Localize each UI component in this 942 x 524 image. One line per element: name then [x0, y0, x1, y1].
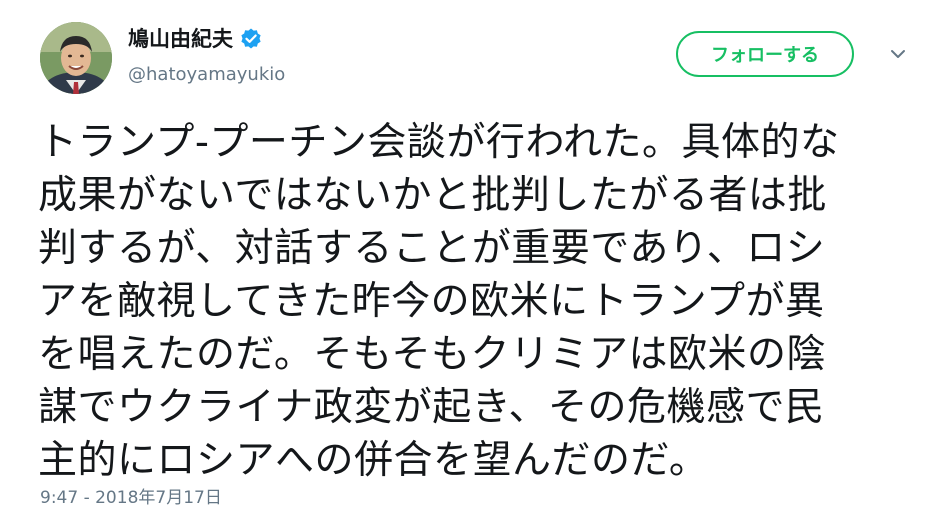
verified-badge-icon: [239, 27, 263, 51]
avatar[interactable]: [40, 22, 112, 94]
tweet-text-line: アを敵視してきた昨今の欧米にトランプが異: [38, 279, 825, 324]
tweet-text-line: 謀でウクライナ政変が起き、その危機感で民: [38, 385, 825, 430]
display-name[interactable]: 鳩山由紀夫: [128, 24, 233, 54]
tweet-text-line: 成果がないではないかと批判したがる者は批: [38, 173, 827, 218]
tweet-timestamp[interactable]: 9:47 - 2018年7月17日: [40, 486, 222, 510]
tweet-card: 鳩山由紀夫 @hatoyamayukio フォローする トランプ-プーチン会談が…: [0, 0, 942, 524]
tweet-text-line: 判するが、対話することが重要であり、ロシ: [38, 226, 826, 271]
follow-button[interactable]: フォローする: [676, 31, 854, 77]
tweet-text-line: トランプ-プーチン会談が行われた。具体的な: [38, 120, 840, 165]
user-handle[interactable]: @hatoyamayukio: [128, 64, 285, 86]
author-block: 鳩山由紀夫 @hatoyamayukio: [128, 24, 285, 86]
tweet-text-line: 主的にロシアへの併合を望んだのだ。: [38, 438, 709, 483]
chevron-down-icon[interactable]: [886, 44, 910, 64]
tweet-text: トランプ-プーチン会談が行われた。具体的な 成果がないではないかと批判したがる者…: [38, 116, 918, 487]
display-name-row: 鳩山由紀夫: [128, 24, 285, 54]
tweet-text-line: を唱えたのだ。そもそもクリミアは欧米の陰: [38, 332, 827, 377]
avatar-photo: [40, 22, 112, 94]
